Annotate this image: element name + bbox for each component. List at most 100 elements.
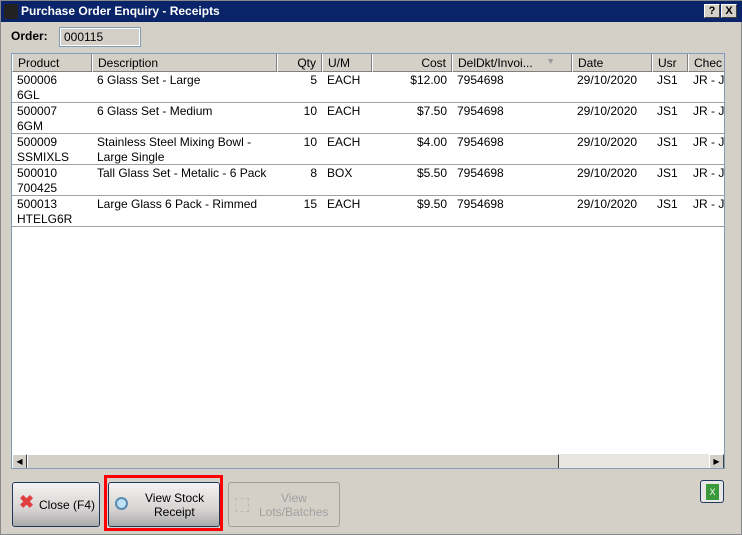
product-text-line2: 6GM (17, 119, 44, 133)
cost-text: $7.50 (416, 104, 447, 118)
cell-cost: $4.00 (372, 135, 452, 150)
product-text-line2: 6GL (17, 88, 40, 102)
view-stock-receipt-button[interactable]: View Stock Receipt (108, 482, 220, 527)
description-text: Tall Glass Set - Metalic - 6 Pack (97, 166, 267, 180)
cell-qty: 10 (277, 135, 322, 150)
qty-text: 8 (310, 166, 317, 180)
scroll-thumb[interactable] (27, 454, 559, 468)
description-text: Large Glass 6 Pack - Rimmed (97, 197, 258, 211)
deldkt-text: 7954698 (457, 197, 504, 211)
cell-um: EACH (322, 73, 372, 88)
cell-deldkt: 7954698 (452, 104, 572, 119)
check-text: JR - J (693, 104, 725, 118)
qty-text: 15 (303, 197, 317, 211)
table-row[interactable]: 500009 SSMIXLS Stainless Steel Mixing Bowl… (12, 134, 724, 165)
order-label: Order: (11, 29, 48, 43)
cell-qty: 5 (277, 73, 322, 88)
table-row[interactable]: 500006 6GL 6 Glass Set - Large 5 EACH $12.00 7… (12, 72, 725, 103)
col-product[interactable]: Product (12, 54, 92, 72)
order-field[interactable]: 000115 (59, 27, 141, 47)
col-description[interactable]: Description (92, 54, 277, 72)
table-row[interactable]: 500013 HTELG6R Large Glass 6 Pack - Rimmed… (12, 196, 725, 227)
cell-deldkt: 7954698 (452, 73, 572, 88)
col-deldkt-label: DelDkt/Invoi... (458, 56, 533, 70)
usr-text: JS1 (657, 104, 678, 118)
um-text: EACH (327, 135, 361, 149)
cell-um: EACH (322, 135, 372, 150)
cell-qty: 8 (277, 166, 322, 181)
close-button[interactable]: ✖ Close (F4) (12, 482, 100, 527)
export-excel-button[interactable]: X (700, 480, 724, 503)
cell-cost: $7.50 (372, 104, 452, 119)
check-text: JR - J (693, 166, 725, 180)
col-usr[interactable]: Usr (652, 54, 688, 72)
product-text-line2: SSMIXLS (17, 150, 70, 164)
table-row[interactable]: 500007 6GM 6 Glass Set - Medium 10 EACH $7.50… (12, 103, 725, 134)
product-text: 500007 (17, 104, 58, 118)
horizontal-scrollbar[interactable]: ◀ ▶ (12, 454, 724, 468)
date-text: 29/10/2020 (577, 104, 638, 118)
cell-check: JR - J (688, 73, 725, 88)
scroll-right-button[interactable]: ▶ (709, 454, 724, 468)
date-text: 29/10/2020 (577, 166, 638, 180)
cell-date: 29/10/2020 (572, 104, 652, 119)
description-text: 6 Glass Set - Large (97, 73, 201, 87)
date-text: 29/10/2020 (577, 73, 638, 87)
cell-qty: 10 (277, 104, 322, 119)
excel-icon: X (706, 484, 719, 500)
cell-date: 29/10/2020 (572, 197, 652, 212)
cost-text: $4.00 (416, 135, 447, 149)
cost-text: $9.50 (416, 197, 447, 211)
col-qty[interactable]: Qty (277, 54, 322, 72)
check-text: JR - J (693, 197, 725, 211)
um-text: EACH (327, 197, 361, 211)
usr-text: JS1 (657, 166, 678, 180)
view-stock-label-2: Receipt (154, 505, 195, 519)
cell-description: 6 Glass Set - Medium (92, 104, 277, 119)
cell-cost: $12.00 (372, 73, 452, 88)
cell-usr: JS1 (652, 197, 688, 212)
col-um[interactable]: U/M (322, 54, 372, 72)
cell-description: Stainless Steel Mixing Bowl - Large Singl… (92, 135, 277, 165)
product-text-line2: 700425 (17, 181, 58, 195)
cell-check: JR - J (688, 197, 725, 212)
col-date[interactable]: Date (572, 54, 652, 72)
check-text: JR - J (693, 73, 725, 87)
red-x-icon: ✖ (19, 492, 35, 512)
cell-date: 29/10/2020 (572, 135, 652, 150)
cell-description: Large Glass 6 Pack - Rimmed (92, 197, 277, 212)
um-text: BOX (327, 166, 353, 180)
cell-product: 500009 SSMIXLS (12, 135, 92, 165)
deldkt-text: 7954698 (457, 166, 504, 180)
close-window-button[interactable]: X (721, 4, 737, 18)
cell-cost: $5.50 (372, 166, 452, 181)
qty-text: 10 (303, 104, 317, 118)
view-lots-label-1: View (281, 491, 307, 505)
cost-text: $5.50 (416, 166, 447, 180)
usr-text: JS1 (657, 135, 678, 149)
cell-cost: $9.50 (372, 197, 452, 212)
cell-date: 29/10/2020 (572, 73, 652, 88)
close-label: Close (F4) (39, 498, 96, 512)
usr-text: JS1 (657, 73, 678, 87)
cell-product: 500013 HTELG6R (12, 197, 92, 227)
product-text: 500009 (17, 135, 58, 149)
cell-usr: JS1 (652, 73, 688, 88)
help-button[interactable]: ? (704, 4, 720, 18)
view-lots-label-2: Lots/Batches (259, 505, 329, 519)
cell-description: Tall Glass Set - Metalic - 6 Pack (92, 166, 277, 181)
sort-desc-icon: ▼ (546, 56, 555, 66)
col-cost[interactable]: Cost (372, 54, 452, 72)
receipts-grid: Product Description Qty U/M Cost DelDkt/… (11, 53, 725, 469)
cell-um: EACH (322, 104, 372, 119)
deldkt-text: 7954698 (457, 135, 504, 149)
lots-icon (235, 498, 249, 512)
view-lots-batches-button[interactable]: View Lots/Batches (228, 482, 340, 527)
scroll-left-button[interactable]: ◀ (12, 454, 27, 468)
usr-text: JS1 (657, 197, 678, 211)
col-check[interactable]: Chec (688, 54, 724, 72)
cell-um: EACH (322, 197, 372, 212)
col-deldkt[interactable]: DelDkt/Invoi... ▼ (452, 54, 572, 72)
deldkt-text: 7954698 (457, 104, 504, 118)
table-row[interactable]: 500010 700425 Tall Glass Set - Metalic - 6… (12, 165, 725, 196)
